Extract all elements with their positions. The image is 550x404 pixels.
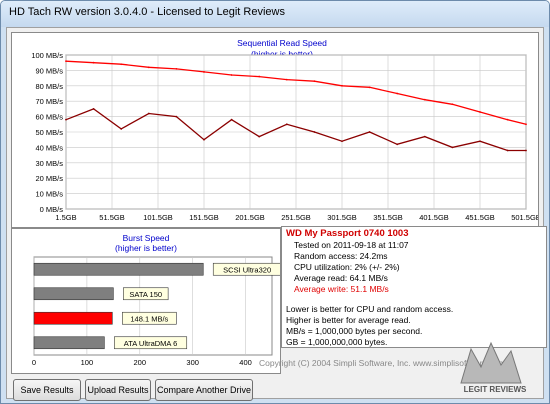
- read-data-point: [175, 115, 178, 118]
- read-data-point: [285, 78, 288, 81]
- read-data-point: [368, 131, 371, 133]
- read-chart-panel: Sequential Read Speed (higher is better)…: [11, 32, 541, 228]
- y-tick-label: 20 MB/s: [35, 174, 63, 183]
- logo-mark-icon: [460, 341, 522, 384]
- read-data-point: [65, 118, 67, 121]
- read-data-point: [92, 61, 95, 64]
- read-data-point: [341, 84, 343, 87]
- burst-bar: [33, 311, 113, 325]
- burst-x-tick-label: 100: [81, 358, 94, 367]
- read-data-point: [120, 63, 123, 66]
- results-panel: WD My Passport 0740 1003 Tested on 2011-…: [281, 226, 547, 348]
- read-data-point: [230, 118, 233, 121]
- upload-results-button[interactable]: Upload Results: [85, 379, 151, 401]
- read-data-point: [258, 75, 261, 78]
- read-data-point: [525, 149, 527, 152]
- application-window: HD Tach RW version 3.0.4.0 - Licensed to…: [0, 0, 550, 404]
- x-tick-label: 101.5GB: [143, 213, 173, 222]
- read-data-point: [313, 131, 316, 133]
- read-data-point: [396, 92, 399, 95]
- x-tick-label: 1.5GB: [55, 213, 76, 222]
- burst-bar-label: ATA UltraDMA 6: [124, 339, 178, 348]
- y-tick-label: 50 MB/s: [35, 128, 63, 137]
- y-tick-label: 40 MB/s: [35, 143, 63, 152]
- read-data-point: [175, 67, 178, 70]
- read-data-point: [258, 135, 261, 138]
- read-data-point: [230, 74, 233, 76]
- x-tick-label: 151.5GB: [189, 213, 219, 222]
- read-data-point: [506, 149, 509, 152]
- read-chart-title: Sequential Read Speed: [237, 38, 327, 48]
- burst-x-tick-label: 200: [134, 358, 147, 367]
- x-tick-label: 251.5GB: [281, 213, 311, 222]
- read-data-point: [120, 128, 123, 130]
- read-data-point: [341, 140, 343, 143]
- read-data-point: [451, 146, 454, 149]
- note-line: Lower is better for CPU and random acces…: [286, 304, 454, 314]
- burst-chart-panel: Burst Speed (higher is better) SCSI Ultr…: [11, 228, 282, 374]
- average-write: Average write: 51.1 MB/s: [294, 284, 389, 294]
- read-data-point: [368, 86, 371, 89]
- read-data-point: [92, 108, 95, 110]
- cpu-utilization: CPU utilization: 2% (+/- 2%): [294, 262, 400, 272]
- burst-bar: [33, 262, 204, 276]
- read-data-point: [65, 60, 67, 63]
- note-line: Higher is better for average read.: [286, 315, 411, 325]
- read-data-point: [479, 111, 481, 113]
- y-tick-label: 60 MB/s: [35, 113, 63, 122]
- burst-chart: Burst Speed (higher is better) SCSI Ultr…: [32, 233, 282, 367]
- y-tick-label: 70 MB/s: [35, 97, 63, 106]
- x-tick-label: 351.5GB: [373, 213, 403, 222]
- burst-chart-subtitle: (higher is better): [115, 243, 177, 253]
- window-title: HD Tach RW version 3.0.4.0 - Licensed to…: [9, 6, 285, 18]
- read-chart: Sequential Read Speed (higher is better)…: [31, 38, 540, 222]
- read-data-point: [147, 66, 150, 69]
- burst-bar-label: SATA 150: [129, 290, 162, 299]
- logo-text: LEGIT REVIEWS: [464, 385, 527, 394]
- y-tick-label: 90 MB/s: [35, 66, 63, 75]
- burst-bar: [33, 287, 114, 301]
- x-tick-label: 501.5GB: [511, 213, 538, 222]
- x-tick-label: 401.5GB: [419, 213, 449, 222]
- burst-x-tick-label: 400: [239, 358, 252, 367]
- burst-bar-label: 148.1 MB/s: [130, 314, 168, 323]
- read-data-point: [396, 143, 399, 146]
- y-tick-label: 10 MB/s: [35, 190, 63, 199]
- note-line: MB/s = 1,000,000 bytes per second.: [286, 326, 423, 336]
- burst-bar-label: SCSI Ultra320: [223, 265, 271, 274]
- read-data-point: [506, 118, 509, 121]
- title-bar[interactable]: HD Tach RW version 3.0.4.0 - Licensed to…: [1, 1, 549, 27]
- x-tick-label: 51.5GB: [99, 213, 124, 222]
- read-data-point: [203, 138, 205, 141]
- x-tick-label: 451.5GB: [465, 213, 495, 222]
- y-tick-label: 100 MB/s: [31, 51, 63, 60]
- burst-x-tick-label: 300: [186, 358, 199, 367]
- read-data-point: [313, 80, 316, 83]
- compare-drive-button[interactable]: Compare Another Drive: [155, 379, 253, 401]
- read-data-point: [147, 112, 150, 115]
- legit-reviews-logo: LEGIT REVIEWS: [460, 341, 527, 394]
- save-results-button[interactable]: Save Results: [13, 379, 81, 401]
- x-tick-label: 301.5GB: [327, 213, 357, 222]
- note-line: GB = 1,000,000,000 bytes.: [286, 337, 388, 347]
- read-data-point: [479, 140, 481, 143]
- tested-on: Tested on 2011-09-18 at 11:07: [294, 240, 409, 250]
- y-tick-label: 30 MB/s: [35, 159, 63, 168]
- average-read: Average read: 64.1 MB/s: [294, 273, 388, 283]
- random-access: Random access: 24.2ms: [294, 251, 388, 261]
- burst-x-tick-label: 0: [32, 358, 36, 367]
- read-data-point: [203, 71, 205, 73]
- y-tick-label: 80 MB/s: [35, 82, 63, 91]
- read-data-point: [285, 123, 288, 126]
- read-data-point: [423, 135, 426, 138]
- read-data-point: [451, 103, 454, 106]
- read-data-point: [423, 98, 426, 101]
- read-data-point: [525, 123, 527, 126]
- drive-name: WD My Passport 0740 1003: [286, 228, 409, 239]
- x-tick-label: 201.5GB: [235, 213, 265, 222]
- burst-bar: [33, 336, 105, 350]
- burst-chart-title: Burst Speed: [123, 233, 170, 243]
